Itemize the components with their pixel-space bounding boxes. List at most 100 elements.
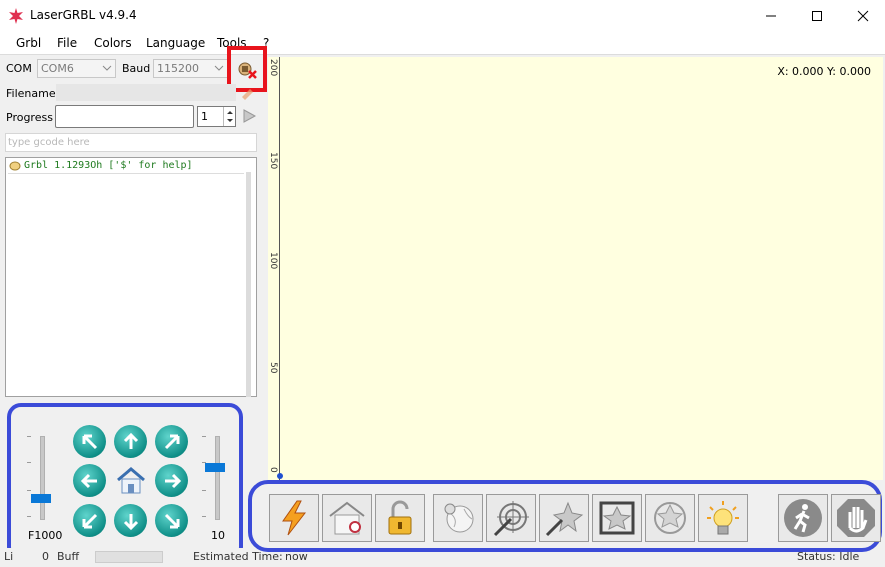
light-button[interactable]: [698, 494, 748, 542]
step-slider-track[interactable]: [215, 436, 220, 520]
crosshair-button[interactable]: [645, 494, 695, 542]
progress-label: Progress: [6, 111, 53, 124]
passes-spinner[interactable]: 1: [197, 106, 236, 127]
slider-tick: [202, 462, 206, 463]
homing-button[interactable]: [322, 494, 372, 542]
feed-rate-label: F1000: [28, 529, 63, 542]
jog-up-button[interactable]: [114, 425, 147, 458]
com-port-select[interactable]: COM6: [37, 59, 116, 78]
home-icon: [329, 501, 365, 535]
jog-left-button[interactable]: [73, 464, 106, 497]
jog-up-right-button[interactable]: [155, 425, 188, 458]
jog-up-left-button[interactable]: [73, 425, 106, 458]
menu-colors[interactable]: Colors: [94, 36, 132, 50]
walk-icon: [784, 499, 822, 537]
title-bar: LaserGRBL v4.9.4: [0, 0, 885, 31]
menu-file[interactable]: File: [57, 36, 77, 50]
unlock-icon: [388, 500, 412, 535]
baud-rate-value: 115200: [157, 62, 199, 75]
arrow-down-icon: [123, 513, 138, 530]
origin-marker-icon: [277, 473, 283, 479]
arrow-up-left-icon: [82, 434, 97, 449]
jog-down-button[interactable]: [114, 504, 147, 537]
globe-marker-icon: [444, 503, 474, 533]
spinner-updown-icon: [227, 111, 233, 122]
chat-bubble-icon: [9, 161, 21, 171]
preview-canvas[interactable]: X: 0.000 Y: 0.000: [268, 57, 883, 480]
step-size-label: 10: [211, 529, 225, 542]
home-icon: [116, 466, 145, 493]
target-icon: [493, 501, 529, 537]
jog-right-button[interactable]: [155, 464, 188, 497]
jog-down-right-button[interactable]: [155, 504, 188, 537]
console-scrollbar[interactable]: [246, 172, 251, 397]
blink-button[interactable]: [539, 494, 589, 542]
bulb-icon: [707, 501, 739, 535]
chevron-down-icon: [214, 65, 224, 71]
crosshair-icon: [654, 502, 686, 534]
baud-label: Baud: [122, 62, 151, 75]
slider-tick: [202, 436, 206, 437]
status-buffer-label: Buff: [57, 550, 80, 563]
maximize-icon: [812, 10, 822, 21]
ruler-label: 50: [268, 362, 278, 374]
status-lines-label: Li: [4, 550, 14, 563]
filename-label: Filename: [6, 87, 56, 100]
arrow-down-left-icon: [82, 513, 97, 528]
com-label: COM: [6, 62, 32, 75]
filename-field[interactable]: [56, 84, 236, 101]
window-title: LaserGRBL v4.9.4: [30, 8, 137, 22]
slider-tick: [27, 436, 31, 437]
ruler-label: 200: [268, 59, 278, 77]
arrow-up-right-icon: [164, 434, 179, 449]
console-line: Grbl 1.1293Oh ['$' for help]: [24, 160, 193, 171]
ruler-label: 150: [268, 152, 278, 170]
reset-button[interactable]: [269, 494, 319, 542]
console-log[interactable]: Grbl 1.1293Oh ['$' for help]: [5, 157, 257, 397]
arrow-left-icon: [80, 473, 97, 488]
stop-hand-icon: [837, 499, 875, 537]
center-button[interactable]: [433, 494, 483, 542]
spinner-arrows[interactable]: [223, 107, 235, 126]
unlock-button[interactable]: [375, 494, 425, 542]
gcode-input[interactable]: type gcode here: [5, 133, 257, 152]
step-slider-thumb[interactable]: [205, 463, 225, 472]
baud-rate-select[interactable]: 115200: [153, 59, 228, 78]
menu-bar: Grbl File Colors Language Tools ?: [0, 31, 885, 55]
laser-flash-icon: [282, 500, 307, 536]
slider-tick: [202, 516, 206, 517]
app-logo-icon: [9, 8, 23, 24]
open-file-icon[interactable]: [240, 84, 256, 100]
frame-icon: [599, 501, 635, 535]
close-icon: [857, 10, 869, 21]
close-button[interactable]: [840, 0, 885, 31]
progress-bar: [55, 105, 194, 128]
console-divider: [8, 173, 244, 174]
focus-button[interactable]: [486, 494, 536, 542]
slider-tick: [27, 516, 31, 517]
arrow-up-icon: [123, 432, 138, 449]
abort-button[interactable]: [831, 494, 881, 542]
feed-slider-track[interactable]: [40, 436, 45, 520]
frame-button[interactable]: [592, 494, 642, 542]
jog-down-left-button[interactable]: [73, 504, 106, 537]
menu-language[interactable]: Language: [146, 36, 205, 50]
chevron-down-icon: [102, 65, 112, 71]
safety-door-button[interactable]: [778, 494, 828, 542]
run-play-icon[interactable]: [241, 108, 257, 124]
passes-value: 1: [201, 110, 208, 123]
status-lines-value: 0: [42, 550, 49, 563]
ruler-label: 100: [268, 252, 278, 270]
slider-tick: [202, 490, 206, 491]
coordinates-readout: X: 0.000 Y: 0.000: [777, 65, 871, 78]
arrow-down-right-icon: [164, 513, 179, 528]
slider-tick: [27, 462, 31, 463]
minimize-button[interactable]: [748, 0, 794, 31]
feed-slider-thumb[interactable]: [31, 494, 51, 503]
minimize-icon: [766, 15, 776, 16]
laser-star-icon: [545, 501, 584, 537]
maximize-button[interactable]: [794, 0, 840, 31]
menu-grbl[interactable]: Grbl: [16, 36, 41, 50]
jog-home-button[interactable]: [114, 464, 147, 497]
com-port-value: COM6: [41, 62, 74, 75]
